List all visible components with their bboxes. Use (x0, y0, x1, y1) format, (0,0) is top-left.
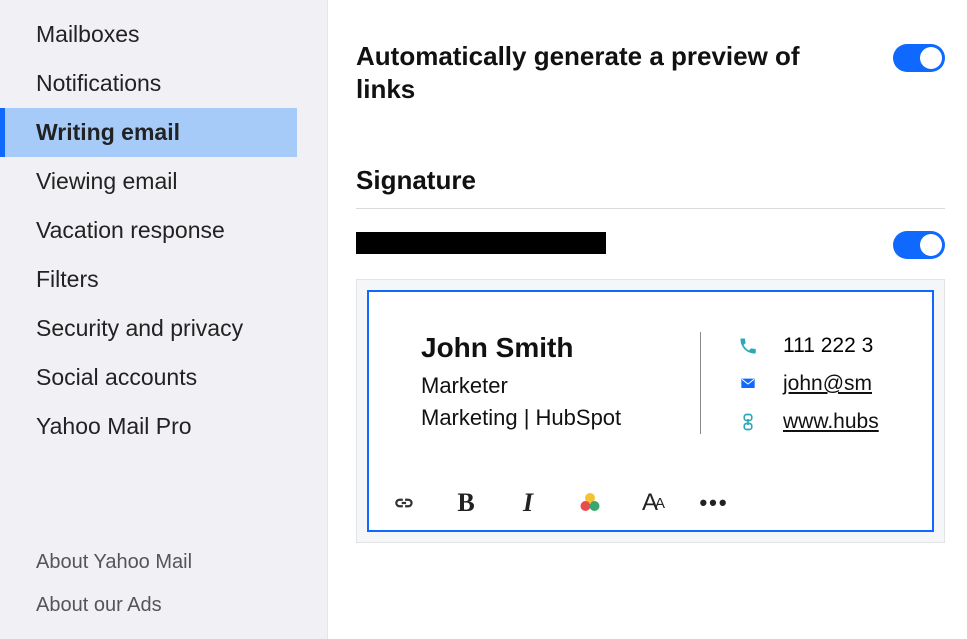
signature-toolbar: B I AA ••• (369, 474, 932, 530)
settings-panel: Automatically generate a preview of link… (328, 0, 967, 639)
toolbar-italic-button[interactable]: I (513, 488, 543, 518)
toolbar-bold-button[interactable]: B (451, 488, 481, 518)
toolbar-more-button[interactable]: ••• (699, 488, 729, 518)
signature-website: www.hubs (783, 410, 879, 434)
sidebar-item-label: Notifications (36, 70, 161, 96)
sidebar-item-notifications[interactable]: Notifications (0, 59, 327, 108)
sidebar-item-label: Viewing email (36, 168, 177, 194)
signature-website-row: www.hubs (737, 410, 879, 434)
sidebar-item-writing-email[interactable]: Writing email (0, 108, 297, 157)
sidebar-item-label: Vacation response (36, 217, 225, 243)
preview-links-toggle[interactable] (893, 44, 945, 72)
email-icon (737, 373, 759, 395)
signature-right-column: 111 222 3 john@sm www.hubs (701, 332, 879, 434)
sidebar-item-filters[interactable]: Filters (0, 255, 327, 304)
signature-phone: 111 222 3 (783, 334, 873, 358)
footer-link-label: About our Ads (36, 594, 162, 616)
signature-account-row (356, 227, 945, 259)
sidebar-item-security-privacy[interactable]: Security and privacy (0, 304, 327, 353)
signature-email: john@sm (783, 372, 872, 396)
toolbar-link-button[interactable] (389, 488, 419, 518)
signature-email-row: john@sm (737, 372, 879, 396)
signature-toggle[interactable] (893, 231, 945, 259)
footer-link-about-our-ads[interactable]: About our Ads (36, 584, 327, 627)
sidebar-item-label: Security and privacy (36, 315, 243, 341)
phone-icon (737, 335, 759, 357)
signature-editor[interactable]: John Smith Marketer Marketing | HubSpot … (367, 290, 934, 532)
signature-section-title: Signature (356, 165, 945, 196)
signature-content[interactable]: John Smith Marketer Marketing | HubSpot … (369, 292, 932, 474)
signature-role: Marketer (421, 370, 664, 402)
sidebar-item-vacation-response[interactable]: Vacation response (0, 206, 327, 255)
sidebar-item-label: Yahoo Mail Pro (36, 413, 192, 439)
toolbar-color-button[interactable] (575, 488, 605, 518)
sidebar-item-label: Mailboxes (36, 21, 140, 47)
sidebar-item-label: Filters (36, 266, 99, 292)
signature-phone-row: 111 222 3 (737, 334, 879, 358)
sidebar-item-viewing-email[interactable]: Viewing email (0, 157, 327, 206)
sidebar-item-label: Writing email (36, 119, 180, 145)
sidebar-items: Mailboxes Notifications Writing email Vi… (0, 10, 327, 451)
link-icon (737, 411, 759, 433)
sidebar-item-label: Social accounts (36, 364, 197, 390)
sidebar-item-mailboxes[interactable]: Mailboxes (0, 10, 327, 59)
sidebar-item-yahoo-mail-pro[interactable]: Yahoo Mail Pro (0, 402, 327, 451)
sidebar-footer: About Yahoo Mail About our Ads (0, 541, 327, 627)
sidebar-item-social-accounts[interactable]: Social accounts (0, 353, 327, 402)
account-email-redacted (356, 232, 606, 254)
footer-link-label: About Yahoo Mail (36, 551, 192, 573)
signature-left-column: John Smith Marketer Marketing | HubSpot (421, 332, 701, 434)
section-divider (356, 208, 945, 209)
signature-department: Marketing | HubSpot (421, 402, 664, 434)
footer-link-about-yahoo-mail[interactable]: About Yahoo Mail (36, 541, 327, 584)
toolbar-fontsize-button[interactable]: AA (637, 488, 667, 518)
signature-name: John Smith (421, 332, 664, 364)
setting-title: Automatically generate a preview of link… (356, 40, 863, 105)
setting-preview-links: Automatically generate a preview of link… (356, 40, 945, 105)
signature-editor-area: John Smith Marketer Marketing | HubSpot … (356, 279, 945, 543)
settings-sidebar: Mailboxes Notifications Writing email Vi… (0, 0, 328, 639)
